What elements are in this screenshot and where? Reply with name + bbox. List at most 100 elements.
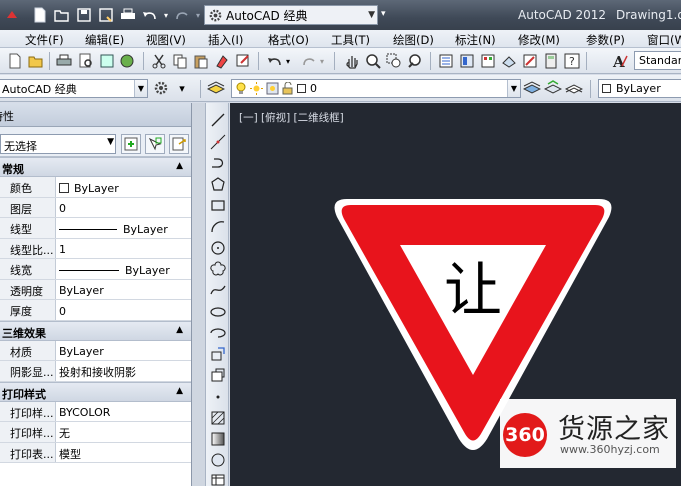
property-row-thickness[interactable]: 厚度 0 — [0, 300, 191, 321]
zoom-window-icon[interactable] — [385, 52, 403, 70]
property-row-lineweight[interactable]: 线宽 ByLayer — [0, 259, 191, 280]
match-properties-icon[interactable] — [213, 52, 231, 70]
layer-previous-icon[interactable] — [544, 79, 562, 97]
plot-icon[interactable] — [118, 5, 138, 25]
section-general[interactable]: 常规 ▲ — [0, 157, 191, 177]
workspace-settings-gear-icon[interactable] — [152, 79, 170, 97]
layer-selector[interactable]: 0 ▼ — [231, 79, 521, 98]
menu-insert[interactable]: 插入(I) — [208, 32, 243, 48]
property-row-plot-style-table[interactable]: 打印样... 无 — [0, 422, 191, 443]
quickcalc-icon[interactable] — [542, 52, 560, 70]
hatch-icon[interactable] — [209, 409, 227, 427]
property-row-transparency[interactable]: 透明度 ByLayer — [0, 279, 191, 300]
property-row-linetype-scale[interactable]: 线型比... 1 — [0, 238, 191, 259]
redo-dropdown-icon[interactable]: ▾ — [318, 52, 326, 70]
block-editor-icon[interactable] — [234, 52, 252, 70]
zoom-realtime-icon[interactable] — [364, 52, 382, 70]
undo-dropdown-icon[interactable]: ▾ — [284, 52, 292, 70]
region-icon[interactable] — [209, 451, 227, 469]
undo-dropdown-icon[interactable]: ▾ — [162, 5, 170, 25]
workspace-selector[interactable]: AutoCAD 经典 ▼ — [204, 5, 378, 25]
revision-cloud-icon[interactable] — [209, 260, 227, 278]
layer-properties-icon[interactable] — [207, 79, 225, 97]
sheet-set-icon[interactable] — [500, 52, 518, 70]
save-icon[interactable] — [74, 5, 94, 25]
selection-dropdown[interactable]: 无选择 ▼ — [0, 134, 116, 154]
menu-tools[interactable]: 工具(T) — [331, 32, 370, 48]
palette-splitter[interactable] — [192, 103, 205, 486]
copy-icon[interactable] — [171, 52, 189, 70]
property-row-plot-style[interactable]: 打印样... BYCOLOR — [0, 401, 191, 422]
3d-dwf-icon[interactable] — [118, 52, 136, 70]
save-as-icon[interactable] — [96, 5, 116, 25]
workspace-combo[interactable]: AutoCAD 经典 ▼ — [0, 79, 148, 98]
menu-edit[interactable]: 编辑(E) — [85, 32, 124, 48]
polygon-icon[interactable] — [209, 175, 227, 193]
pan-icon[interactable] — [343, 52, 361, 70]
gradient-icon[interactable] — [209, 430, 227, 448]
design-center-icon[interactable] — [458, 52, 476, 70]
construction-line-icon[interactable] — [209, 133, 227, 151]
property-row-material[interactable]: 材质 ByLayer — [0, 340, 191, 361]
redo-icon[interactable] — [300, 52, 318, 70]
section-plot-style[interactable]: 打印样式 ▲ — [0, 381, 191, 402]
menu-parametric[interactable]: 参数(P) — [586, 32, 625, 48]
text-style-icon[interactable]: A — [611, 52, 629, 70]
property-row-plot-table-attached[interactable]: 打印表... 模型 — [0, 442, 191, 463]
markup-icon[interactable] — [521, 52, 539, 70]
viewport-controls[interactable]: [一] [俯视] [二维线框] — [239, 110, 344, 125]
menu-format[interactable]: 格式(O) — [268, 32, 309, 48]
help-icon[interactable]: ? — [563, 52, 581, 70]
ellipse-arc-icon[interactable] — [209, 324, 227, 342]
open-folder-icon[interactable] — [52, 5, 72, 25]
zoom-previous-icon[interactable] — [406, 52, 424, 70]
standard-toolbar: ▾ ▾ ? A Standard — [0, 48, 681, 74]
open-icon[interactable] — [27, 52, 45, 70]
tool-palettes-icon[interactable] — [479, 52, 497, 70]
property-row-linetype[interactable]: 线型 ByLayer — [0, 218, 191, 239]
layer-state-icon[interactable] — [565, 79, 583, 97]
property-row-color[interactable]: 颜色 ByLayer — [0, 177, 191, 198]
publish-icon[interactable] — [98, 52, 116, 70]
redo-icon[interactable] — [172, 5, 192, 25]
spline-icon[interactable] — [209, 281, 227, 299]
redo-dropdown-icon[interactable]: ▾ — [194, 5, 202, 25]
color-control[interactable]: ByLayer — [598, 79, 681, 98]
property-row-layer[interactable]: 图层 0 — [0, 197, 191, 218]
polyline-icon[interactable] — [209, 154, 227, 172]
point-icon[interactable] — [209, 388, 227, 406]
undo-icon[interactable] — [266, 52, 284, 70]
text-style-selector[interactable]: Standard — [634, 51, 681, 70]
table-icon[interactable] — [209, 471, 227, 486]
make-block-icon[interactable] — [209, 366, 227, 384]
menu-draw[interactable]: 绘图(D) — [393, 32, 434, 48]
circle-icon[interactable] — [209, 239, 227, 257]
rectangle-icon[interactable] — [209, 196, 227, 214]
ellipse-icon[interactable] — [209, 303, 227, 321]
workspace-dropdown-icon[interactable]: ▾ — [173, 79, 191, 97]
customize-qat-icon[interactable]: ▾ — [381, 9, 386, 19]
menu-modify[interactable]: 修改(M) — [518, 32, 560, 48]
menu-dimension[interactable]: 标注(N) — [455, 32, 496, 48]
print-preview-icon[interactable] — [77, 52, 95, 70]
paste-icon[interactable] — [192, 52, 210, 70]
select-objects-button[interactable] — [145, 134, 165, 154]
line-icon[interactable] — [209, 111, 227, 129]
arc-icon[interactable] — [209, 218, 227, 236]
insert-block-icon[interactable] — [209, 345, 227, 363]
cut-icon[interactable] — [150, 52, 168, 70]
make-current-layer-icon[interactable] — [523, 79, 541, 97]
menu-window[interactable]: 窗口(W) — [647, 32, 681, 48]
application-menu-icon[interactable] — [2, 5, 22, 25]
section-3d-visualization[interactable]: 三维效果 ▲ — [0, 320, 191, 341]
menu-file[interactable]: 文件(F) — [25, 32, 64, 48]
properties-icon[interactable] — [437, 52, 455, 70]
new-icon[interactable] — [6, 52, 24, 70]
property-row-shadow-display[interactable]: 阴影显... 投射和接收阴影 — [0, 361, 191, 382]
print-icon[interactable] — [55, 52, 73, 70]
quick-select-button[interactable] — [169, 134, 189, 154]
menu-view[interactable]: 视图(V) — [146, 32, 186, 48]
new-file-icon[interactable] — [30, 5, 50, 25]
toggle-pickadd-button[interactable] — [121, 134, 141, 154]
undo-icon[interactable] — [140, 5, 160, 25]
